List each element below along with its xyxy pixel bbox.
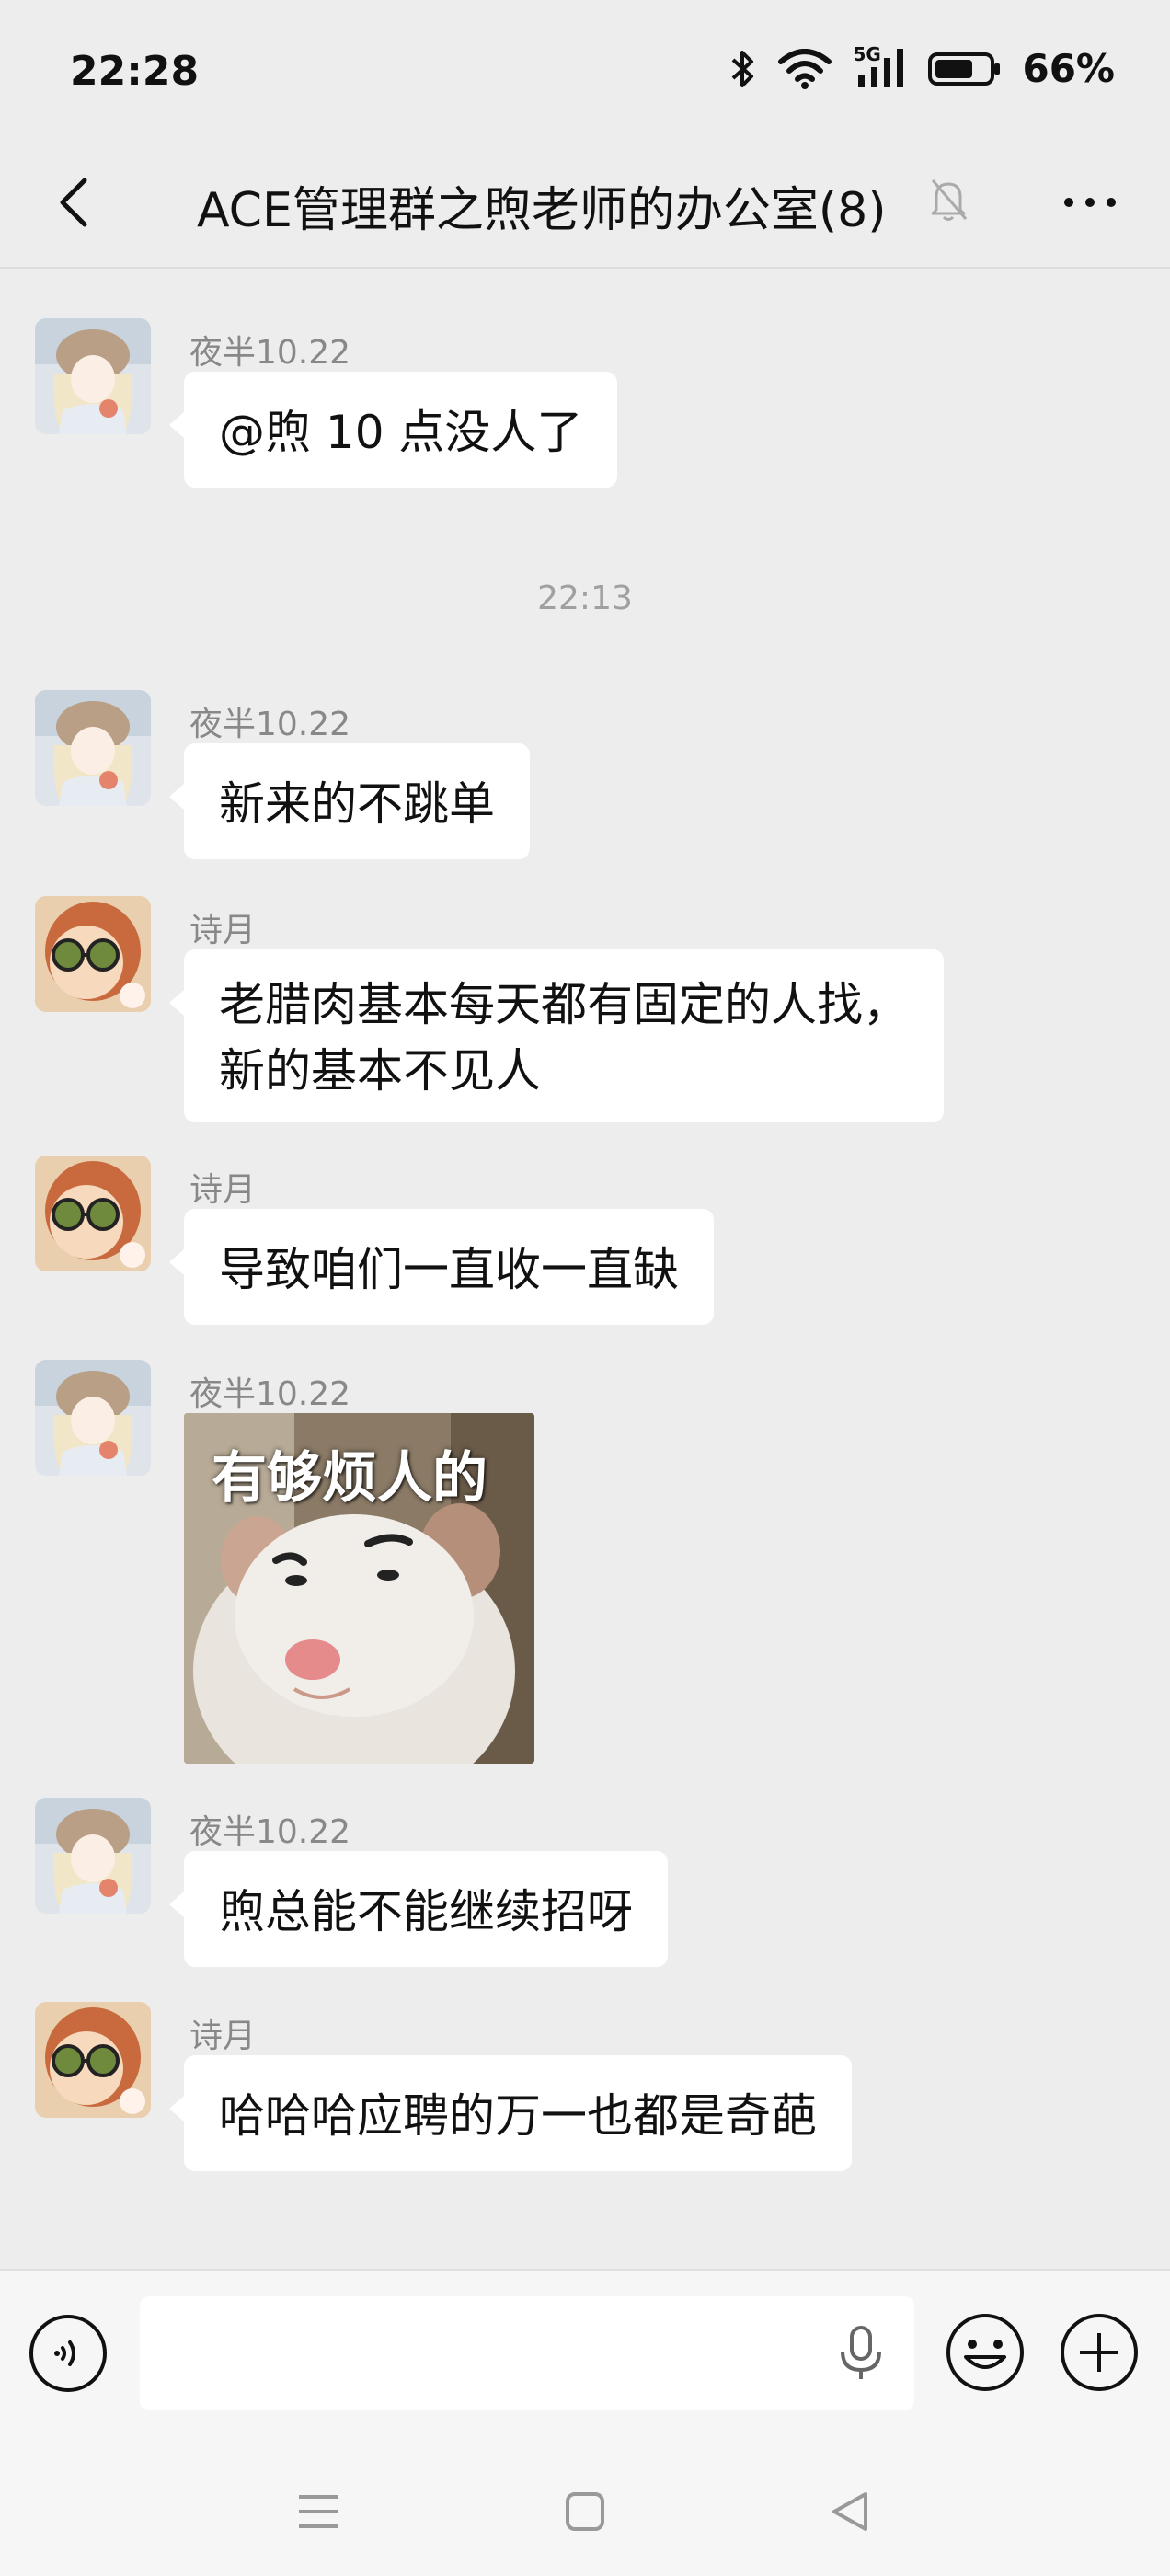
avatar[interactable] [35, 2002, 151, 2118]
sender-name: 夜半10.22 [189, 1375, 351, 1413]
home-button[interactable] [548, 2475, 622, 2548]
message-bubble[interactable]: 导致咱们一直收一直缺 [169, 1209, 714, 1325]
message-timestamp: 22:13 [537, 580, 633, 617]
back-triangle-icon [832, 2492, 867, 2531]
message-input[interactable] [140, 2296, 914, 2410]
voice-icon [29, 2315, 107, 2392]
avatar[interactable] [35, 690, 151, 806]
avatar[interactable] [35, 1360, 151, 1476]
status-time: 22:28 [70, 48, 200, 95]
bluetooth-icon [729, 49, 757, 89]
message-bubble[interactable]: 老腊肉基本每天都有固定的人找， 新的基本不见人 [169, 949, 944, 1122]
message-line: 老腊肉基本每天都有固定的人找， [219, 978, 909, 1031]
more-icon [1064, 198, 1116, 207]
message-line: 新的基本不见人 [219, 1044, 541, 1098]
sticker-caption: 有够烦人的 [212, 1446, 488, 1511]
emoji-icon [946, 2314, 1024, 2391]
more-button[interactable] [1049, 166, 1131, 239]
chat-title: ACE管理群之煦老师的办公室(8) [197, 183, 887, 238]
chat-header: ACE管理群之煦老师的办公室(8) [0, 138, 1170, 269]
signal-5g-icon: 5G [853, 43, 908, 91]
input-bar [0, 2269, 1170, 2434]
wifi-icon [777, 48, 832, 89]
avatar[interactable] [35, 318, 151, 434]
sender-name: 诗月 [189, 912, 257, 949]
message-bubble[interactable]: 哈哈哈应聘的万一也都是奇葩 [169, 2055, 852, 2171]
home-icon [566, 2492, 604, 2531]
avatar[interactable] [35, 896, 151, 1012]
hamster-sticker[interactable]: 有够烦人的 [184, 1413, 534, 1764]
battery-icon [928, 51, 1002, 87]
sender-name: 诗月 [189, 2018, 257, 2055]
battery-percent: 66% [1022, 46, 1115, 91]
emoji-button[interactable] [944, 2311, 1027, 2394]
recent-apps-button[interactable] [281, 2475, 355, 2548]
sender-name: 夜半10.22 [189, 706, 351, 743]
status-bar: 22:28 5G 66% [0, 0, 1170, 138]
back-button[interactable] [37, 166, 110, 239]
more-actions-button[interactable] [1058, 2311, 1141, 2394]
voice-button[interactable] [28, 2313, 109, 2394]
message-bubble[interactable]: 煦总能不能继续招呀 [169, 1851, 668, 1967]
message-bubble[interactable]: @煦 10 点没人了 [168, 372, 618, 488]
sender-name: 诗月 [189, 1171, 257, 1209]
system-navigation [0, 2434, 1170, 2576]
mic-icon[interactable] [835, 2324, 887, 2383]
back-icon [60, 178, 87, 227]
system-back-button[interactable] [813, 2475, 887, 2548]
avatar[interactable] [35, 1156, 151, 1271]
menu-icon [299, 2495, 338, 2528]
mute-icon [927, 177, 969, 226]
avatar[interactable] [35, 1798, 151, 1914]
sender-name: 夜半10.22 [189, 1813, 351, 1851]
status-icons: 5G 66% [729, 43, 1115, 91]
message-bubble[interactable]: 新来的不跳单 [169, 743, 530, 859]
sender-name: 夜半10.22 [189, 334, 351, 372]
plus-icon [1061, 2314, 1138, 2391]
